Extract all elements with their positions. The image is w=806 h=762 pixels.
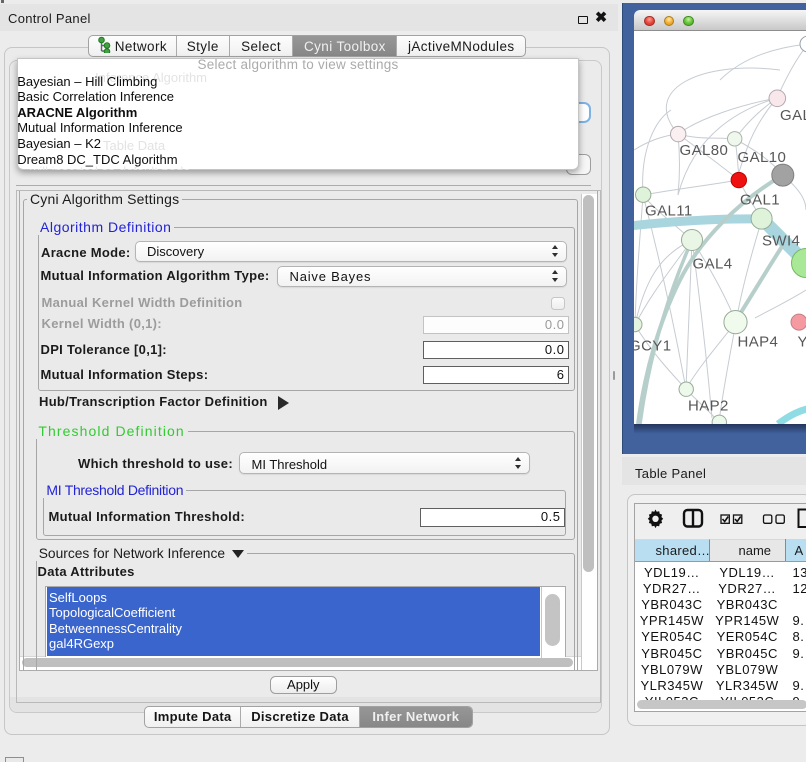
svg-text:HAP2: HAP2 [688, 398, 729, 415]
svg-text:Y: Y [798, 334, 806, 351]
svg-text:GCY1: GCY1 [634, 338, 671, 355]
svg-text:GAL1: GAL1 [740, 192, 780, 209]
svg-text:GAL10: GAL10 [738, 149, 787, 166]
svg-text:GAL80: GAL80 [680, 142, 729, 159]
svg-text:HAP4: HAP4 [738, 334, 779, 351]
svg-text:GAL4: GAL4 [693, 256, 733, 273]
svg-text:SWI4: SWI4 [762, 233, 800, 250]
svg-text:GAL7: GAL7 [780, 107, 806, 124]
svg-text:GAL11: GAL11 [645, 203, 693, 220]
